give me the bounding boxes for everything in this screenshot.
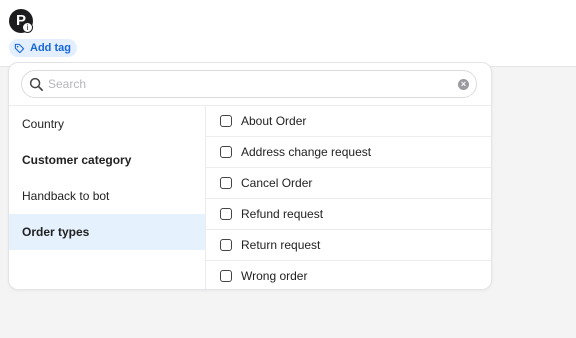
category-list: Country Customer category Handback to bot O… bbox=[9, 106, 205, 289]
checkbox[interactable] bbox=[220, 270, 232, 282]
option-item[interactable]: Refund request bbox=[206, 199, 491, 230]
checkbox[interactable] bbox=[220, 177, 232, 189]
add-tag-label: Add tag bbox=[30, 42, 71, 54]
option-list: About Order Address change request Cancel … bbox=[206, 106, 491, 289]
search-input[interactable] bbox=[48, 74, 448, 94]
category-item[interactable]: Country bbox=[9, 106, 205, 142]
checkbox[interactable] bbox=[220, 239, 232, 251]
add-tag-button[interactable]: Add tag bbox=[9, 39, 77, 57]
category-item[interactable]: Order types bbox=[9, 214, 205, 250]
option-label: Return request bbox=[241, 238, 321, 252]
search-box: × bbox=[21, 70, 477, 98]
option-item[interactable]: Cancel Order bbox=[206, 168, 491, 199]
category-item[interactable]: Handback to bot bbox=[9, 178, 205, 214]
option-item[interactable]: Address change request bbox=[206, 137, 491, 168]
category-item[interactable]: Customer category bbox=[9, 142, 205, 178]
option-item[interactable]: Return request bbox=[206, 230, 491, 261]
checkbox[interactable] bbox=[220, 208, 232, 220]
option-item[interactable]: Wrong order bbox=[206, 261, 491, 289]
option-label: Refund request bbox=[241, 207, 324, 221]
tag-icon bbox=[14, 43, 25, 53]
option-label: Address change request bbox=[241, 145, 372, 159]
option-label: Cancel Order bbox=[241, 176, 313, 190]
info-badge-icon: i bbox=[22, 22, 33, 33]
tag-picker-panel: × CountryCustomer categoryHandback to bo… bbox=[8, 62, 492, 290]
option-label: About Order bbox=[241, 114, 307, 128]
checkbox[interactable] bbox=[220, 146, 232, 158]
option-label: Wrong order bbox=[241, 269, 308, 283]
top-bar: P i Add tag bbox=[0, 0, 576, 67]
option-item[interactable]: About Order bbox=[206, 106, 491, 137]
checkbox[interactable] bbox=[220, 115, 232, 127]
search-icon bbox=[29, 77, 43, 91]
clear-icon[interactable]: × bbox=[458, 79, 469, 90]
